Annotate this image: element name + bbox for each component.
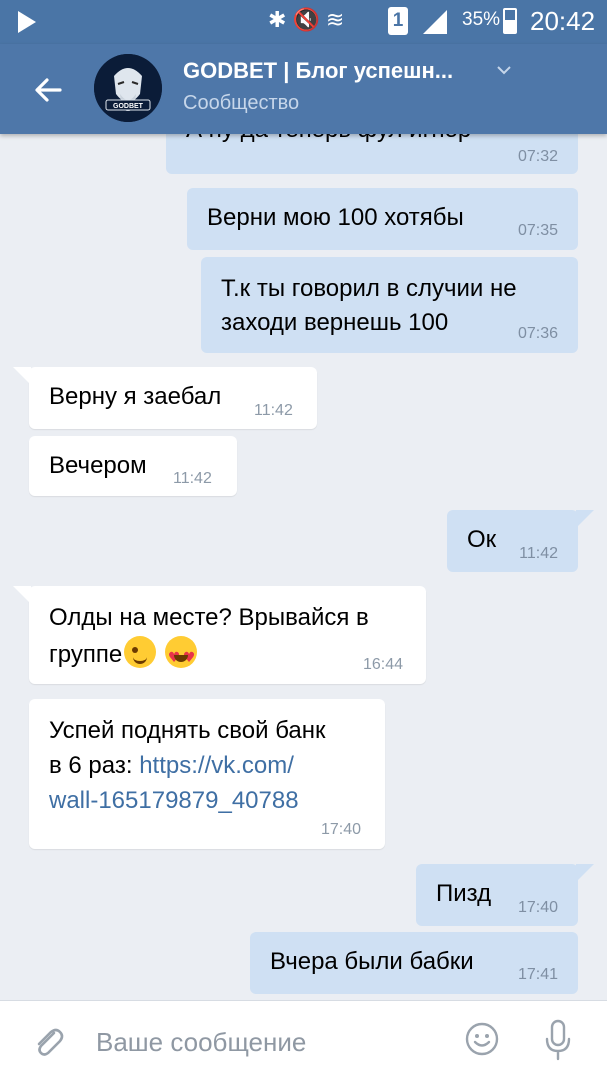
message-time: 16:44: [363, 656, 404, 673]
play-icon: [18, 11, 36, 33]
wifi-icon: ≋: [325, 8, 351, 33]
mute-icon: 🔇: [292, 8, 326, 33]
message-text: Верну я заебал: [49, 383, 222, 410]
message-time: 07:32: [517, 148, 558, 165]
message-bubble[interactable]: Т.к ты говорил в случии не заходи вернеш…: [201, 257, 578, 353]
message-time: 07:36: [517, 325, 558, 342]
svg-text:GODBET: GODBET: [113, 103, 144, 110]
wink-emoji-icon: [124, 636, 157, 668]
message-time: 17:40: [517, 899, 558, 916]
message-text: Вчера были бабки: [270, 948, 474, 975]
message-bubble[interactable]: Верну я заебал 11:42: [13, 367, 317, 429]
message-time: 07:35: [517, 222, 558, 239]
message-link[interactable]: https://vk.com/: [139, 752, 294, 779]
message-composer: Ваше сообщение: [0, 1000, 607, 1081]
message-text-line: Олды на месте? Врывайся в: [49, 604, 369, 631]
message-bubble[interactable]: Ок 11:42: [447, 510, 594, 572]
message-text-line: заходи вернешь 100: [221, 309, 449, 336]
microphone-icon[interactable]: [543, 1019, 573, 1061]
bluetooth-icon: ✱: [268, 8, 293, 33]
clock: 20:42: [530, 6, 596, 36]
message-list[interactable]: А ну да теперь фул игнор 07:32 Верни мою…: [0, 134, 607, 1000]
message-time: 17:41: [517, 966, 558, 983]
chat-subtitle: Сообщество: [183, 92, 300, 114]
message-text-line: в 6 раз: https://vk.com/: [49, 748, 294, 784]
heart-eyes-emoji-icon: [164, 636, 197, 676]
message-text: в 6 раз:: [49, 752, 140, 779]
chat-header: GODBET GODBET | Блог успешн... Сообществ…: [0, 44, 607, 134]
message-text: Пизд: [436, 880, 492, 907]
sim-icon: 1: [388, 7, 408, 35]
status-icons: ✱🔇≋: [268, 8, 350, 33]
message-text-line: группе: [49, 636, 197, 676]
message-text: Верни мою 100 хотябы: [207, 204, 464, 231]
message-text-line: Т.к ты говорил в случии не: [221, 275, 517, 302]
message-text-line: Успей поднять свой банк: [49, 717, 326, 744]
emoji-smile-icon[interactable]: [464, 1021, 500, 1057]
message-text: группе: [49, 641, 123, 668]
battery-icon: [503, 8, 517, 34]
chevron-down-icon[interactable]: [496, 62, 512, 78]
message-input[interactable]: Ваше сообщение: [96, 1027, 306, 1058]
message-bubble[interactable]: Олды на месте? Врывайся в группе 16:44: [13, 586, 426, 684]
message-text: Вечером: [49, 452, 147, 479]
message-text: Ок: [467, 526, 497, 553]
signal-icon: [423, 10, 447, 34]
message-bubble[interactable]: Вчера были бабки 17:41: [250, 932, 578, 994]
battery-percent: 35%: [462, 9, 501, 30]
back-arrow-icon[interactable]: [30, 72, 66, 108]
avatar[interactable]: GODBET: [94, 54, 162, 122]
message-text: А ну да теперь фул игнор: [186, 134, 471, 148]
message-bubble[interactable]: Успей поднять свой банк в 6 раз: https:/…: [29, 699, 385, 849]
status-bar: ✱🔇≋ 1 35% 20:42: [0, 0, 607, 44]
message-bubble[interactable]: Пизд 17:40: [416, 864, 594, 926]
attach-paperclip-icon[interactable]: [30, 1023, 66, 1059]
message-bubble[interactable]: А ну да теперь фул игнор 07:32: [166, 134, 578, 174]
message-bubble[interactable]: Вечером 11:42: [29, 436, 237, 496]
message-time: 11:42: [173, 470, 212, 487]
chat-title[interactable]: GODBET | Блог успешн...: [183, 58, 453, 84]
message-time: 17:40: [321, 821, 362, 838]
message-time: 11:42: [519, 545, 558, 562]
message-bubble[interactable]: Верни мою 100 хотябы 07:35: [187, 188, 578, 250]
message-link[interactable]: wall-165179879_40788: [49, 783, 299, 819]
message-time: 11:42: [254, 402, 293, 419]
godbet-logo-icon: GODBET: [94, 54, 162, 122]
